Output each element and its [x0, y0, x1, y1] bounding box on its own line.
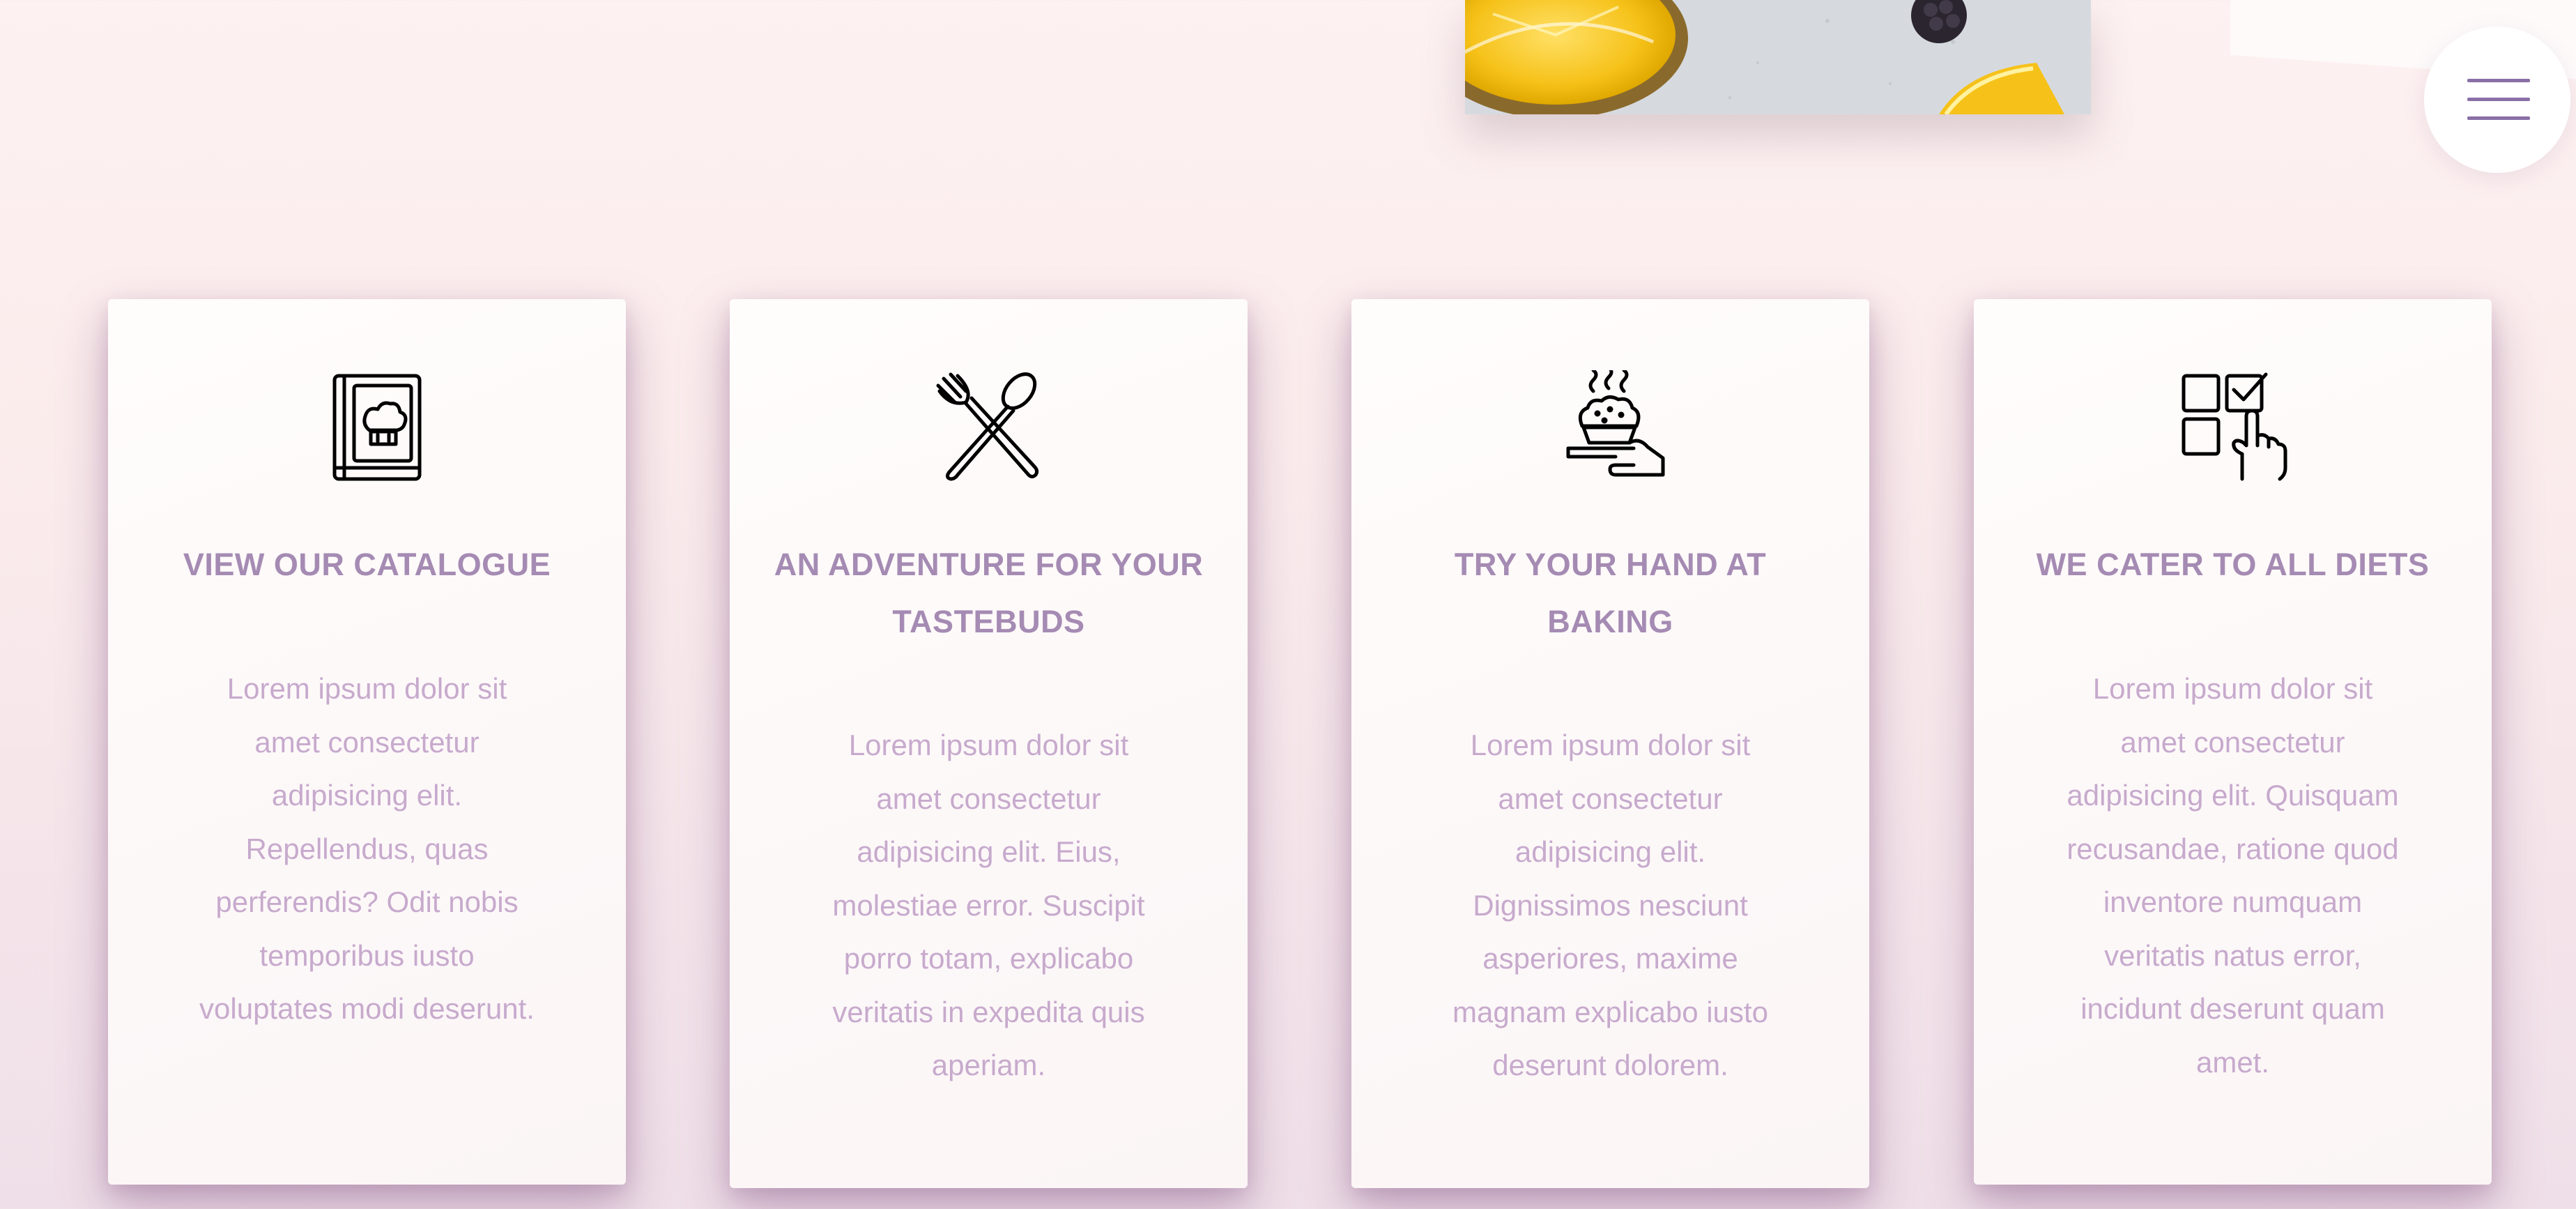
feature-title: TRY YOUR HAND AT BAKING [1454, 547, 1767, 639]
feature-description: Lorem ipsum dolor sit amet consectetur a… [1452, 729, 1768, 1081]
feature-card: AN ADVENTURE FOR YOUR TASTEBUDS Lorem ip… [730, 299, 1248, 1188]
feature-description: Lorem ipsum dolor sit amet consectetur a… [2067, 672, 2399, 1079]
baking-muffin-icon [1551, 370, 1670, 482]
feature-title: WE CATER TO ALL DIETS [2036, 547, 2430, 582]
diet-checklist-icon [2174, 370, 2292, 482]
feature-description: Lorem ipsum dolor sit amet consectetur a… [199, 672, 535, 1025]
feature-title: AN ADVENTURE FOR YOUR TASTEBUDS [774, 547, 1204, 639]
feature-title: VIEW OUR CATALOGUE [183, 547, 551, 582]
chef-book-icon [308, 370, 427, 482]
feature-card: VIEW OUR CATALOGUE Lorem ipsum dolor sit… [108, 299, 626, 1185]
feature-description: Lorem ipsum dolor sit amet consectetur a… [832, 729, 1145, 1081]
feature-card: TRY YOUR HAND AT BAKING Lorem ipsum dolo… [1351, 299, 1869, 1188]
fork-spoon-icon [930, 370, 1048, 482]
features-section: VIEW OUR CATALOGUE Lorem ipsum dolor sit… [0, 0, 2576, 1209]
feature-card: WE CATER TO ALL DIETS Lorem ipsum dolor … [1974, 299, 2492, 1185]
